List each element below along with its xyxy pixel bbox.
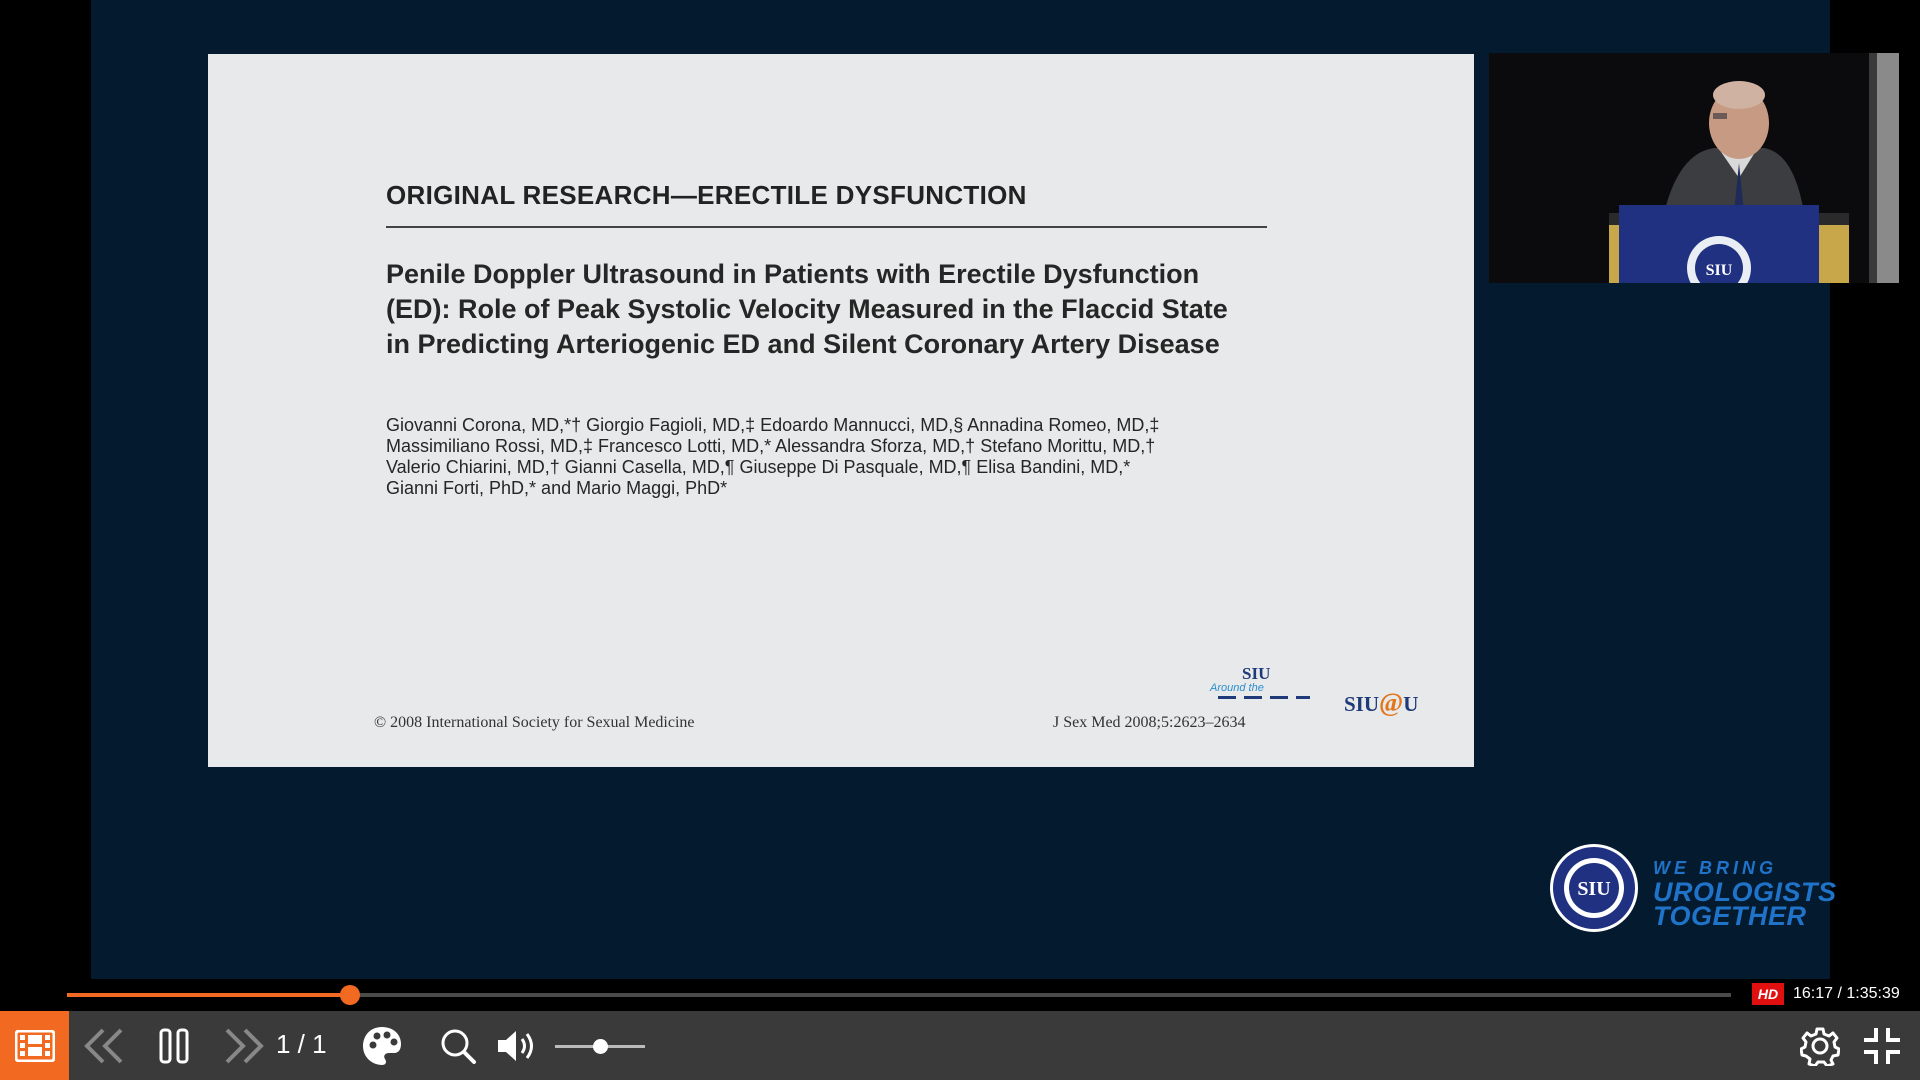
siu-seal-icon: SIU: [1550, 844, 1638, 932]
presentation-slide: ORIGINAL RESEARCH—ERECTILE DYSFUNCTION P…: [208, 54, 1474, 767]
settings-button[interactable]: [1796, 1023, 1844, 1068]
settings-icon: [1800, 1027, 1840, 1066]
pause-icon: [159, 1028, 189, 1063]
svg-text:SIU: SIU: [1577, 878, 1610, 900]
volume-slider-handle[interactable]: [593, 1039, 608, 1054]
page-counter: 1 / 1: [276, 1029, 327, 1059]
hd-badge[interactable]: HD: [1752, 983, 1784, 1005]
theme-button[interactable]: [358, 1023, 406, 1068]
control-bar: 1 / 1: [0, 1011, 1920, 1080]
slide-title-line: (ED): Role of Peak Systolic Velocity Mea…: [386, 294, 1228, 324]
exit-fullscreen-button[interactable]: [1858, 1023, 1906, 1068]
author-line: Gianni Forti, PhD,* and Mario Maggi, PhD…: [386, 478, 728, 498]
next-button[interactable]: [218, 1023, 268, 1068]
playlist-icon: [14, 1029, 55, 1062]
timecode: 16:17 / 1:35:39: [1793, 985, 1900, 1002]
slide-citation: J Sex Med 2008;5:2623–2634: [1053, 714, 1246, 731]
exit-fullscreen-icon: [1864, 1027, 1900, 1064]
author-line: Valerio Chiarini, MD,† Gianni Casella, M…: [386, 457, 1131, 477]
previous-button[interactable]: [80, 1023, 130, 1068]
slide-title-line: Penile Doppler Ultrasound in Patients wi…: [386, 259, 1200, 289]
seek-bar-played: [67, 993, 350, 997]
volume-slider[interactable]: [555, 1039, 645, 1054]
slide-copyright: © 2008 International Society for Sexual …: [374, 714, 695, 731]
seek-bar[interactable]: [67, 985, 1731, 1005]
slide-title: Penile Doppler Ultrasound in Patients wi…: [386, 257, 1286, 362]
slide-authors: Giovanni Corona, MD,*† Giorgio Fagioli, …: [386, 415, 1246, 499]
next-icon: [225, 1028, 264, 1063]
speaker-video: SIU: [1489, 53, 1899, 283]
zoom-icon: [441, 1029, 476, 1064]
author-line: Giovanni Corona, MD,*† Giorgio Fagioli, …: [386, 415, 1160, 435]
brand-tagline: WE BRING UROLOGISTS TOGETHER: [1653, 858, 1837, 931]
siu-brand-logo: SIU WE BRING UROLOGISTS TOGETHER: [1548, 842, 1848, 938]
mute-button[interactable]: [494, 1023, 542, 1068]
siu-at-u-logo: SIU@U: [1344, 688, 1419, 717]
zoom-button[interactable]: [434, 1023, 482, 1068]
palette-icon: [363, 1026, 401, 1065]
siu-around-the-world-logo: SIU Around the: [1210, 664, 1310, 704]
pause-button[interactable]: [152, 1023, 196, 1068]
podium-seal-text: SIU: [1706, 262, 1733, 279]
seek-bar-handle[interactable]: [339, 985, 360, 1005]
author-line: Massimiliano Rossi, MD,‡ Francesco Lotti…: [386, 436, 1156, 456]
slide-title-line: in Predicting Arteriogenic ED and Silent…: [386, 329, 1220, 359]
playlist-button[interactable]: [0, 1011, 69, 1080]
video-stage[interactable]: ORIGINAL RESEARCH—ERECTILE DYSFUNCTION P…: [91, 0, 1899, 979]
slide-divider: [386, 226, 1267, 228]
slide-category: ORIGINAL RESEARCH—ERECTILE DYSFUNCTION: [386, 180, 1027, 210]
volume-icon: [498, 1030, 533, 1061]
previous-icon: [84, 1028, 123, 1063]
